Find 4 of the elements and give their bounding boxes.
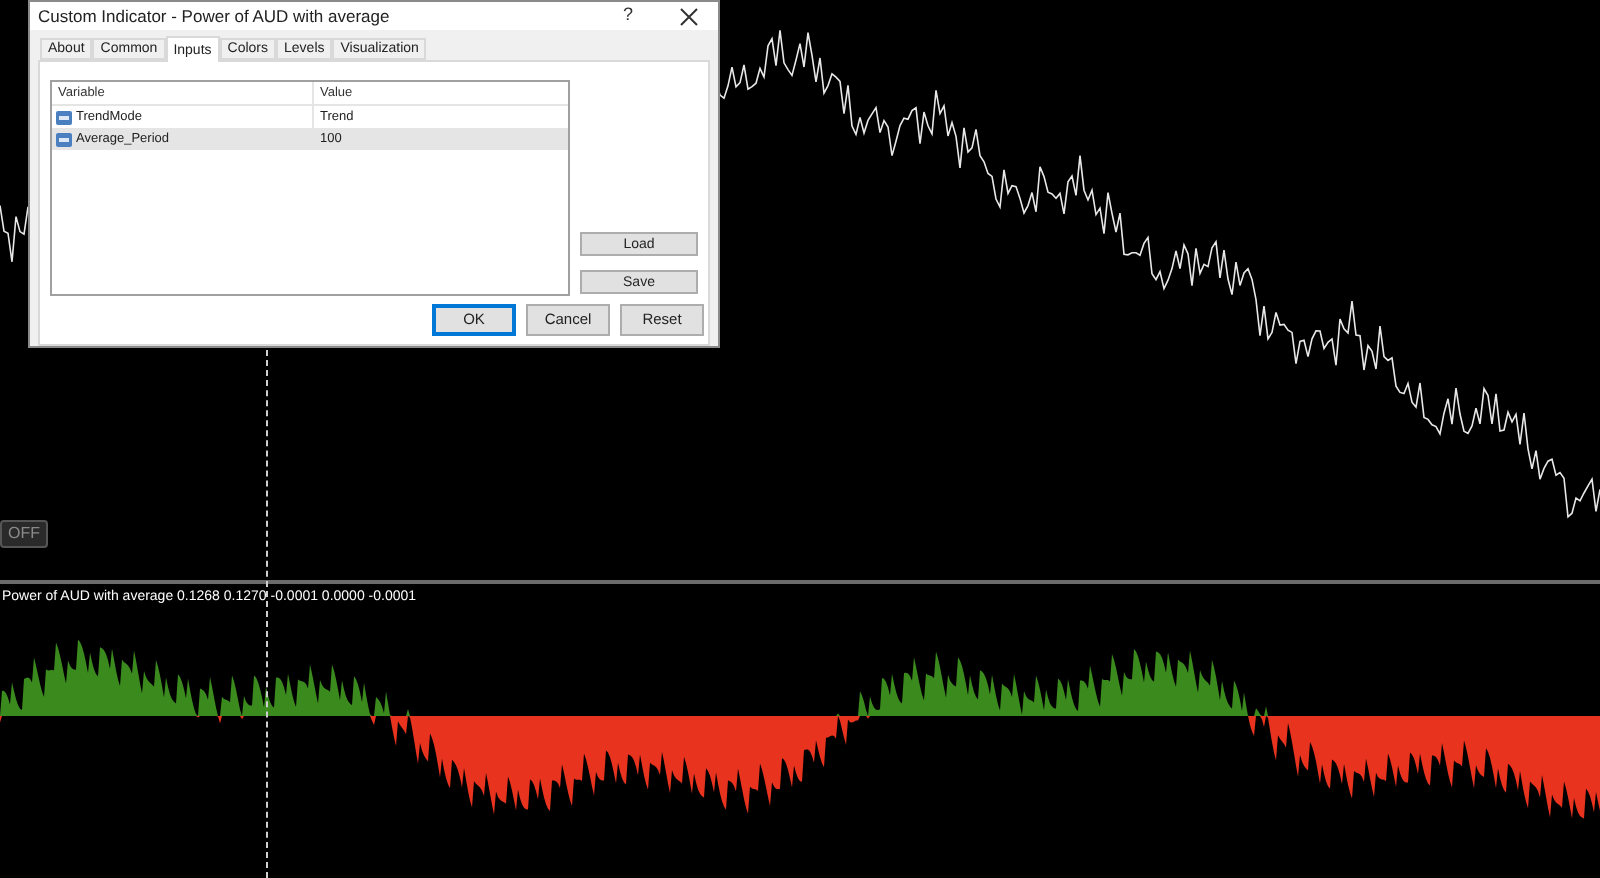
window-title: Custom Indicator - Power of AUD with average xyxy=(38,3,392,29)
help-button[interactable]: ? xyxy=(608,2,648,30)
close-icon[interactable] xyxy=(680,7,698,25)
off-button[interactable]: OFF xyxy=(0,520,48,548)
